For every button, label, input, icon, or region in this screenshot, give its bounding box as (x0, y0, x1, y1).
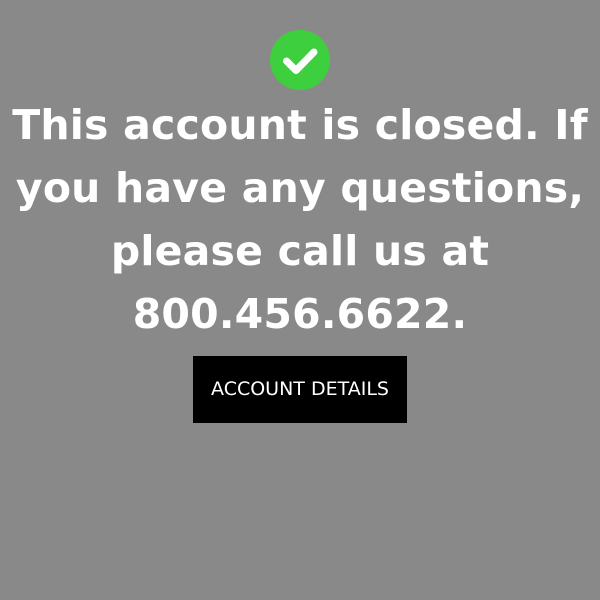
message-line-3: please call us at (110, 227, 490, 275)
account-closed-message: This account is closed. If you have any … (0, 94, 600, 346)
message-line-4: 800.456.6622. (132, 290, 468, 338)
account-details-button[interactable]: ACCOUNT DETAILS (193, 356, 407, 423)
account-closed-screen: This account is closed. If you have any … (0, 0, 600, 600)
message-line-1: This account is closed. If (12, 101, 588, 149)
check-circle-icon (270, 30, 330, 90)
message-line-2: you have any questions, (15, 164, 585, 212)
